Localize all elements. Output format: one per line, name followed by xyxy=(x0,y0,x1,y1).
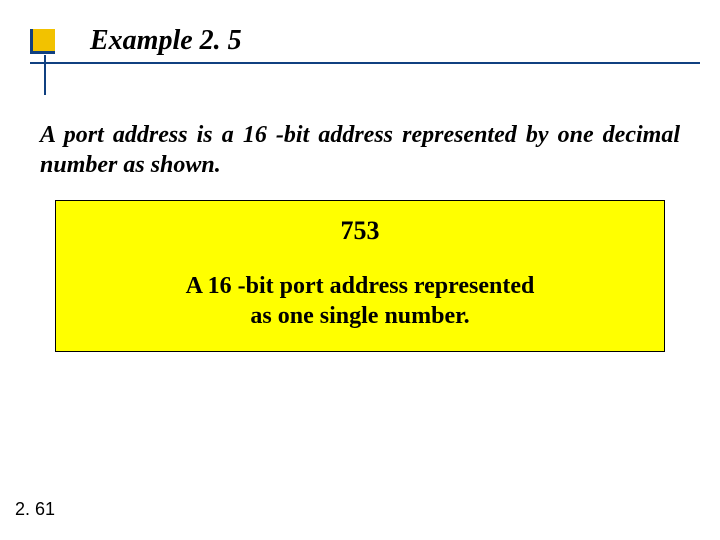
caption-line-2: as one single number. xyxy=(250,303,469,329)
highlight-box: 753 A 16 -bit port address represented a… xyxy=(55,200,665,352)
slide-title: Example 2. 5 xyxy=(90,25,242,57)
body-paragraph: A port address is a 16 -bit address repr… xyxy=(40,120,680,180)
slide-title-row: Example 2. 5 xyxy=(30,25,690,57)
example-value: 753 xyxy=(76,216,644,246)
title-bullet-tail xyxy=(44,55,46,95)
caption-line-1: A 16 -bit port address represented xyxy=(186,273,535,299)
page-number: 2. 61 xyxy=(15,499,55,520)
title-underline xyxy=(30,62,700,64)
title-bullet-icon xyxy=(30,29,55,54)
example-caption: A 16 -bit port address represented as on… xyxy=(76,271,644,331)
